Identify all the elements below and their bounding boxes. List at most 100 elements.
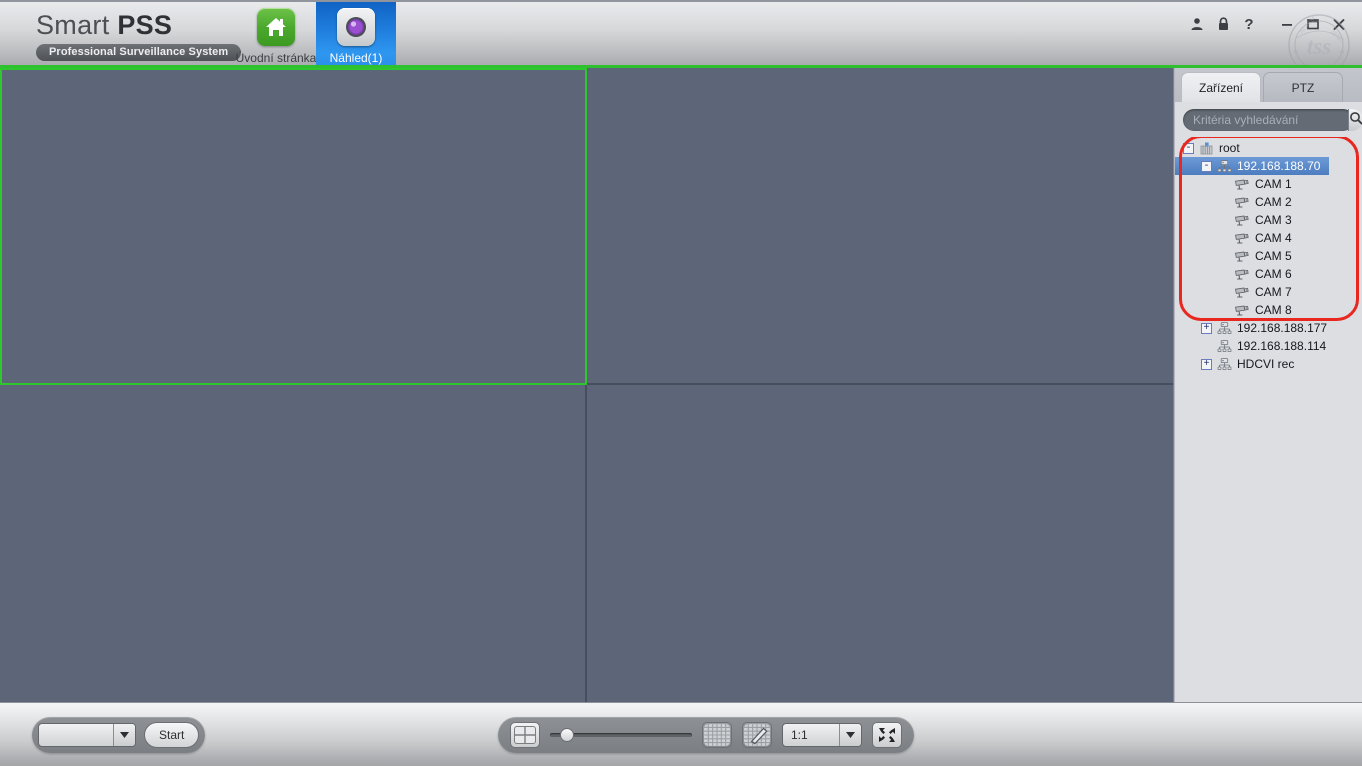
bottom-toolbar: Start 1:1 — [0, 702, 1362, 766]
grid-edit-pencil-icon[interactable] — [742, 722, 772, 748]
tree-node-label: CAM 1 — [1255, 177, 1292, 191]
nav-tab-preview[interactable]: Náhled(1) — [316, 2, 396, 68]
help-icon[interactable]: ? — [1236, 13, 1262, 35]
tab-ptz-label: PTZ — [1291, 80, 1315, 95]
tree-node-cam-1[interactable]: CAM 1 — [1175, 175, 1362, 193]
video-cell-2[interactable] — [586, 68, 1173, 385]
tree-node-label: 192.168.188.70 — [1237, 159, 1321, 173]
tab-devices[interactable]: Zařízení — [1181, 72, 1261, 102]
app-subtitle: Professional Surveillance System — [36, 44, 242, 61]
search-icon — [1349, 111, 1362, 130]
user-icon[interactable] — [1184, 13, 1210, 35]
chevron-down-icon-ratio[interactable] — [839, 724, 861, 746]
search-box[interactable] — [1183, 109, 1362, 131]
fullscreen-icon[interactable] — [872, 722, 902, 748]
tree-node-label: CAM 2 — [1255, 195, 1292, 209]
camera-icon — [1234, 267, 1250, 281]
zoom-slider[interactable] — [550, 724, 692, 746]
tree-node-cam-7[interactable]: CAM 7 — [1175, 283, 1362, 301]
video-cell-4[interactable] — [586, 385, 1173, 702]
camera-icon — [1234, 303, 1250, 317]
maximize-button[interactable] — [1300, 13, 1326, 35]
aspect-ratio-select[interactable]: 1:1 — [782, 723, 862, 747]
app-header: Smart PSS Professional Surveillance Syst… — [0, 0, 1362, 68]
minimize-button[interactable] — [1274, 13, 1300, 35]
org-root-icon — [1198, 141, 1214, 155]
tab-devices-label: Zařízení — [1198, 80, 1243, 95]
search-input[interactable] — [1193, 110, 1348, 130]
nav-tab-home[interactable]: Úvodní stránka — [236, 2, 316, 68]
tree-node-label: CAM 3 — [1255, 213, 1292, 227]
tree-node-label: CAM 4 — [1255, 231, 1292, 245]
tree-node-192-168-188-70[interactable]: - 192.168.188.70 — [1175, 157, 1329, 175]
main-body: Zařízení PTZ Kritéria vyhledávání - root… — [0, 68, 1362, 702]
tree-node-hdcvi-rec[interactable]: + HDCVI rec — [1175, 355, 1362, 373]
window-controls: ? — [1184, 2, 1362, 35]
home-icon — [257, 8, 295, 46]
device-icon — [1216, 357, 1232, 371]
video-wall — [0, 68, 1174, 702]
tree-node-label: HDCVI rec — [1237, 357, 1295, 371]
app-title: Smart PSS — [36, 9, 232, 41]
tree-node-label: CAM 8 — [1255, 303, 1292, 317]
stream-select[interactable] — [38, 723, 136, 747]
camera-icon — [1234, 231, 1250, 245]
tree-node-label: CAM 7 — [1255, 285, 1292, 299]
search-button[interactable] — [1348, 109, 1362, 131]
device-icon — [1216, 159, 1232, 173]
preview-camera-icon — [337, 8, 375, 46]
split-4-view-icon[interactable] — [510, 722, 540, 748]
tree-node-cam-2[interactable]: CAM 2 — [1175, 193, 1362, 211]
tree-node-cam-4[interactable]: CAM 4 — [1175, 229, 1362, 247]
chevron-down-icon[interactable] — [113, 724, 135, 746]
camera-icon — [1234, 285, 1250, 299]
tree-collapse-toggle[interactable]: - — [1183, 142, 1194, 154]
view-control-group: 1:1 — [498, 717, 914, 753]
svg-text:EMS: EMS — [1326, 58, 1340, 68]
tree-node-cam-3[interactable]: CAM 3 — [1175, 211, 1362, 229]
camera-icon — [1234, 213, 1250, 227]
device-tree[interactable]: - root -192.168.188.70 CAM 1 CAM 2 CAM 3 CAM 4… — [1175, 137, 1362, 702]
playback-control-group: Start — [32, 717, 206, 753]
close-button[interactable] — [1326, 13, 1352, 35]
app-title-bold: PSS — [117, 10, 173, 40]
device-icon — [1216, 321, 1232, 335]
tree-node-label: 192.168.188.177 — [1237, 321, 1328, 335]
brand-block: Smart PSS Professional Surveillance Syst… — [0, 2, 242, 68]
tree-node-label: CAM 5 — [1255, 249, 1292, 263]
video-grid-icon[interactable] — [702, 722, 732, 748]
camera-icon — [1234, 177, 1250, 191]
camera-icon — [1234, 195, 1250, 209]
nav-tab-preview-label: Náhled(1) — [329, 51, 383, 65]
tree-node-cam-6[interactable]: CAM 6 — [1175, 265, 1362, 283]
video-grid — [0, 68, 1173, 702]
tab-ptz[interactable]: PTZ — [1263, 72, 1343, 102]
app-title-light: Smart — [36, 10, 118, 40]
tree-collapse-toggle[interactable]: - — [1201, 160, 1212, 172]
tree-node-cam-8[interactable]: CAM 8 — [1175, 301, 1362, 319]
aspect-ratio-value: 1:1 — [791, 728, 808, 742]
video-cell-1[interactable] — [0, 68, 587, 385]
tree-node-label: CAM 6 — [1255, 267, 1292, 281]
start-button[interactable]: Start — [144, 722, 200, 748]
nav-tab-home-label: Úvodní stránka — [235, 51, 317, 65]
device-icon — [1216, 339, 1232, 353]
tree-expand-toggle[interactable]: + — [1201, 322, 1212, 334]
zoom-slider-thumb[interactable] — [560, 728, 575, 742]
tree-node-label: 192.168.188.114 — [1237, 339, 1327, 353]
lock-icon[interactable] — [1210, 13, 1236, 35]
main-nav: Úvodní stránka Náhled(1) — [236, 2, 396, 68]
video-cell-3[interactable] — [0, 385, 587, 702]
tree-node-root[interactable]: - root — [1175, 139, 1362, 157]
svg-text:tss: tss — [1307, 34, 1331, 59]
camera-icon — [1234, 249, 1250, 263]
tree-node-label: root — [1219, 141, 1240, 155]
smart-pss-window: Smart PSS Professional Surveillance Syst… — [0, 0, 1362, 766]
tree-node-cam-5[interactable]: CAM 5 — [1175, 247, 1362, 265]
search-row — [1175, 102, 1362, 137]
tree-expand-toggle[interactable]: + — [1201, 358, 1212, 370]
sidebar-tabs: Zařízení PTZ — [1175, 68, 1362, 102]
tree-node-192-168-188-177[interactable]: +192.168.188.177 — [1175, 319, 1362, 337]
tree-node-192-168-188-114[interactable]: 192.168.188.114 — [1175, 337, 1362, 355]
right-sidebar: Zařízení PTZ Kritéria vyhledávání - root… — [1174, 68, 1362, 702]
